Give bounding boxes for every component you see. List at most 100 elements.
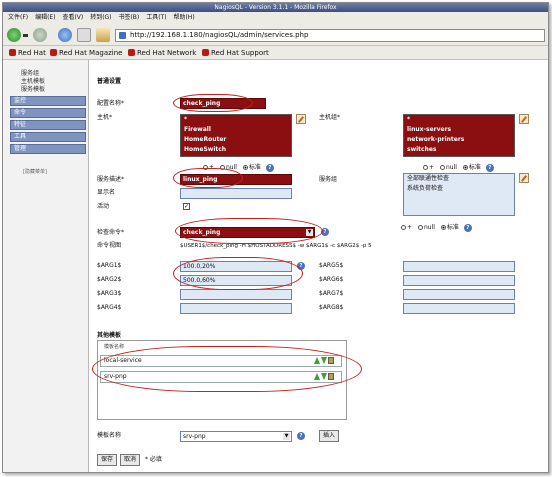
list-item[interactable]: 全部联通性检查 (404, 174, 514, 184)
reload-icon[interactable] (58, 28, 72, 42)
menu-edit[interactable]: 编辑(E) (35, 12, 55, 24)
service-description-input[interactable]: linux_ping (180, 174, 292, 185)
chevron-down-icon: ▼ (283, 433, 290, 440)
list-item[interactable]: * (404, 115, 514, 125)
service-group-label: 服务组 (319, 176, 338, 183)
move-up-icon[interactable] (314, 357, 320, 364)
menu-go[interactable]: 转到(G) (90, 12, 111, 24)
radio-plus[interactable] (203, 165, 208, 170)
sidebar-item-monitoring[interactable]: 监控 (10, 96, 86, 106)
edit-servicegroups-icon[interactable] (519, 173, 529, 183)
menu-tools[interactable]: 工具(T) (146, 12, 166, 24)
active-checkbox[interactable]: ✓ (183, 203, 190, 210)
host-select-list[interactable]: * Firewall HomeRouter HomeSwitch (180, 114, 292, 157)
template-list-caption: 模板名称 (104, 344, 125, 350)
bookmark-red-hat-support[interactable]: Red Hat Support (202, 48, 269, 58)
radio-standard[interactable] (462, 165, 468, 170)
service-group-select-list[interactable]: 全部联通性检查 系统负荷检查 (403, 173, 515, 216)
forward-arrow-icon[interactable] (33, 28, 47, 42)
bookmark-red-hat-network[interactable]: Red Hat Network (128, 48, 196, 58)
template-row-local-service[interactable]: local-service (100, 355, 342, 367)
template-name-select[interactable]: srv-pnp ▼ (180, 431, 292, 442)
config-name-input[interactable]: check_ping (180, 98, 266, 109)
move-up-icon[interactable] (314, 373, 320, 380)
list-item[interactable]: HomeSwitch (181, 145, 291, 155)
help-icon[interactable]: ? (463, 224, 472, 232)
navigation-toolbar: http://192.168.1.180/nagiosQL/admin/serv… (3, 24, 548, 46)
radio-plus[interactable] (423, 165, 428, 170)
list-item[interactable]: network-printers (404, 135, 514, 145)
list-item[interactable]: switches (404, 145, 514, 155)
radio-standard[interactable] (440, 225, 446, 230)
host-radio-group: + null 标准 ? (199, 162, 274, 172)
radio-null[interactable] (439, 165, 445, 170)
arg6-input[interactable] (403, 275, 515, 286)
radio-standard[interactable] (242, 165, 248, 170)
back-arrow-icon[interactable] (7, 28, 21, 42)
sidebar-item-admin[interactable]: 管理 (10, 144, 86, 154)
list-item[interactable]: 系统负荷检查 (404, 184, 514, 194)
delete-icon[interactable] (328, 373, 334, 380)
delete-icon[interactable] (328, 357, 334, 364)
menu-help[interactable]: 帮助(H) (173, 12, 194, 24)
arg3-input[interactable] (180, 289, 292, 300)
home-icon[interactable] (96, 28, 110, 42)
help-icon[interactable]: ? (265, 164, 274, 172)
move-down-icon[interactable] (321, 373, 327, 380)
back-dropdown-icon[interactable] (23, 34, 28, 37)
sidebar-subitem-service-templates[interactable]: 服务模板 (21, 84, 45, 93)
insert-button[interactable]: 插入 (319, 430, 339, 442)
list-item[interactable]: Firewall (181, 125, 291, 135)
radio-null[interactable] (219, 165, 225, 170)
arg6-label: $ARG6$ (319, 276, 344, 283)
radio-null[interactable] (417, 225, 423, 230)
check-command-select[interactable]: check_ping ▼ (180, 227, 315, 238)
help-icon[interactable]: ? (321, 228, 329, 236)
hide-menu-link[interactable]: [隐藏菜单] (23, 168, 47, 175)
menu-view[interactable]: 查看(V) (62, 12, 83, 24)
list-item[interactable]: * (181, 115, 291, 125)
service-form: 普通设置 配置名称* check_ping 主机* * Firewall Hom… (89, 60, 548, 472)
page-content: 服务组 主机模板 服务模板 监控 命令 特征 工具 管理 [隐藏菜单] 普通设置… (3, 60, 548, 472)
stop-icon[interactable] (77, 28, 91, 42)
save-button[interactable]: 保存 (97, 454, 117, 466)
help-icon[interactable]: ? (297, 262, 305, 270)
template-row-srv-pnp[interactable]: srv-pnp (100, 371, 342, 383)
redhat-icon (202, 49, 209, 56)
hostgroup-label: 主机组* (319, 114, 341, 121)
sidebar-item-specials[interactable]: 特征 (10, 120, 86, 130)
arg8-input[interactable] (403, 303, 515, 314)
menu-bookmarks[interactable]: 书签(B) (118, 12, 139, 24)
display-name-input[interactable] (180, 188, 292, 199)
help-icon[interactable]: ? (485, 164, 494, 172)
arg7-label: $ARG7$ (319, 290, 344, 297)
move-down-icon[interactable] (321, 357, 327, 364)
arg5-input[interactable] (403, 261, 515, 272)
list-item[interactable]: linux-servers (404, 125, 514, 135)
list-item[interactable]: HomeRouter (181, 135, 291, 145)
radio-plus[interactable] (401, 225, 406, 230)
edit-hosts-icon[interactable] (296, 114, 306, 124)
cancel-button[interactable]: 取消 (120, 454, 140, 466)
arg1-input[interactable]: 100.0,20% (180, 261, 292, 272)
arg2-input[interactable]: 500.0,60% (180, 275, 292, 286)
sidebar-item-tools[interactable]: 工具 (10, 132, 86, 142)
menu-file[interactable]: 文件(F) (8, 12, 28, 24)
arg8-label: $ARG8$ (319, 304, 344, 311)
bookmark-red-hat[interactable]: Red Hat (9, 48, 46, 58)
service-description-label: 服务描述* (97, 176, 125, 183)
host-label: 主机* (97, 114, 113, 121)
sidebar: 服务组 主机模板 服务模板 监控 命令 特征 工具 管理 [隐藏菜单] (3, 60, 89, 472)
arg4-input[interactable] (180, 303, 292, 314)
active-label: 活动 (97, 203, 110, 210)
menu-bar: 文件(F) 编辑(E) 查看(V) 转到(G) 书签(B) 工具(T) 帮助(H… (3, 12, 548, 24)
arg7-input[interactable] (403, 289, 515, 300)
sidebar-item-commands[interactable]: 命令 (10, 108, 86, 118)
command-view-text: $USER1$/check_ping -H $HOSTADDRESS$ -w $… (180, 243, 372, 249)
edit-hostgroups-icon[interactable] (519, 114, 529, 124)
hostgroup-select-list[interactable]: * linux-servers network-printers switche… (403, 114, 515, 157)
help-icon[interactable]: ? (297, 432, 305, 440)
url-bar[interactable]: http://192.168.1.180/nagiosQL/admin/serv… (115, 29, 545, 42)
bookmark-red-hat-magazine[interactable]: Red Hat Magazine (50, 48, 122, 58)
template-name-label: 模板名称 (97, 432, 122, 439)
